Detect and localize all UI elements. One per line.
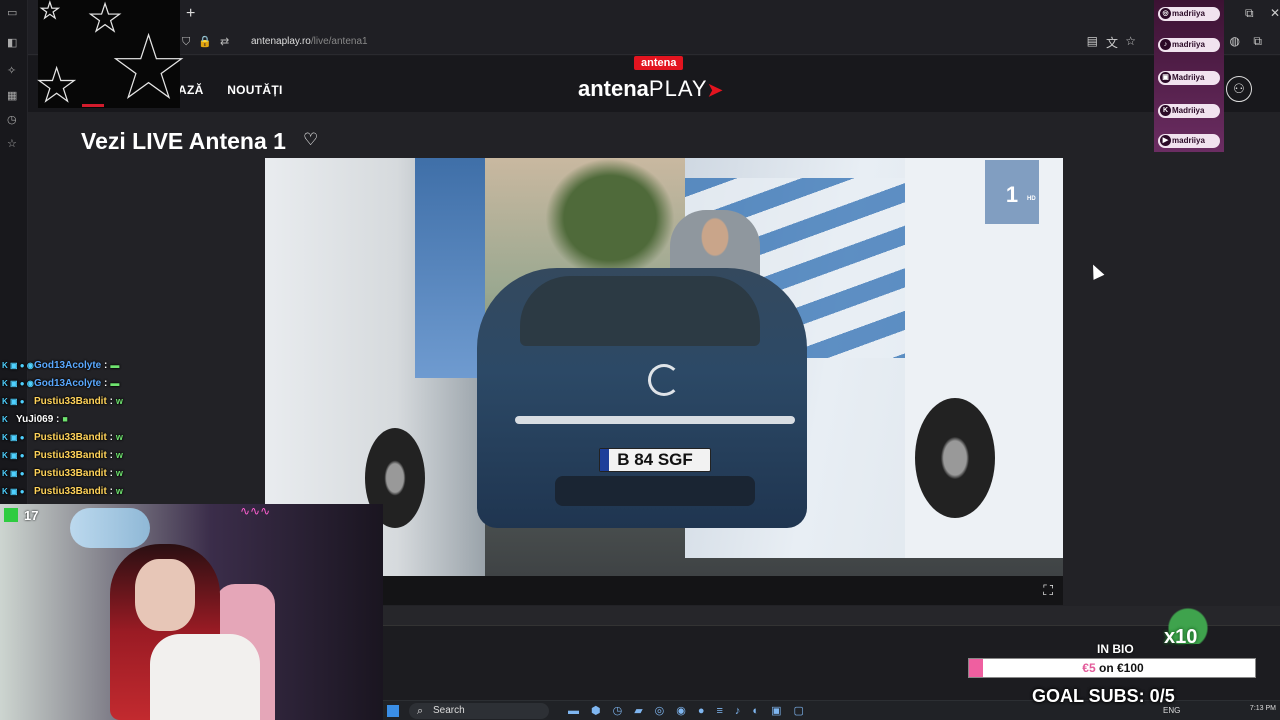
play-arrow-icon: ➤ bbox=[707, 80, 723, 100]
video-car-window bbox=[520, 276, 760, 346]
chat-badges-icon: K ▣ ● bbox=[2, 451, 25, 460]
goal-progress-text: €5 on €100 bbox=[1082, 661, 1144, 675]
site-header: AZĂ NOUTĂȚI antena antenaPLAY➤ ⚇ bbox=[28, 56, 1280, 112]
channel-logo: 1 HD bbox=[985, 160, 1039, 224]
webcam-face bbox=[135, 559, 195, 631]
collections-icon[interactable]: ▦ bbox=[7, 89, 17, 102]
kick-icon: K bbox=[1160, 105, 1171, 116]
taskbar-apps[interactable]: ▬⬢◷▰◎◉●≡♪◐▣▢ bbox=[568, 704, 816, 717]
goal-subs-label: GOAL SUBS: 0/5 bbox=[1032, 686, 1175, 706]
chat-message: K ▣ ● Pustiu33Bandit :w bbox=[2, 465, 123, 481]
webcam-shirt bbox=[150, 634, 260, 720]
chat-message: K ▣ ● Pustiu33Bandit :w bbox=[2, 393, 123, 409]
chat-badges-icon: K ▣ ● bbox=[2, 469, 25, 478]
in-bio-label: IN BIO bbox=[1097, 642, 1134, 656]
new-tab-button[interactable]: + bbox=[186, 5, 195, 23]
chat-badges-icon: K ▣ ● bbox=[2, 397, 25, 406]
star-icon: ★ bbox=[35, 58, 78, 111]
license-plate: B 84 SGF bbox=[599, 448, 711, 472]
youtube-icon: ▶ bbox=[1160, 135, 1171, 146]
video-wheel-right bbox=[915, 398, 995, 518]
instagram-icon: ◎ bbox=[1160, 8, 1171, 19]
history-icon[interactable]: ◷ bbox=[7, 113, 17, 126]
favorite-heart-icon[interactable]: ♡ bbox=[303, 130, 318, 150]
nav-item-news[interactable]: NOUTĂȚI bbox=[227, 83, 282, 97]
social-instagram: ◎ madriiya bbox=[1158, 7, 1220, 21]
multiplier-label: x10 bbox=[1164, 626, 1198, 648]
chat-message: K ▣ ● Pustiu33Bandit :w bbox=[2, 447, 123, 463]
tab-list-icon[interactable]: ▭ bbox=[7, 6, 17, 19]
main-nav: AZĂ NOUTĂȚI bbox=[178, 83, 303, 97]
tiktok-icon: ♪ bbox=[1160, 39, 1171, 50]
translate-icon[interactable]: 文 bbox=[1106, 34, 1118, 51]
stars-underline bbox=[82, 104, 104, 107]
reader-view-icon[interactable]: ▤ bbox=[1087, 34, 1098, 48]
webcam-feed: ∿∿∿ bbox=[0, 504, 383, 720]
kick-logo-icon bbox=[4, 508, 18, 522]
user-account-icon[interactable]: ⚇ bbox=[1226, 76, 1252, 102]
chat-badges-icon: K ▣ ● bbox=[2, 433, 25, 442]
page-title: Vezi LIVE Antena 1 bbox=[81, 128, 286, 154]
security-icons: ⛉🔒⇄ bbox=[182, 36, 238, 48]
sidebar-toggle-icon[interactable]: ◧ bbox=[7, 36, 17, 49]
browser-tabstrip: + ⧉ ✕ bbox=[0, 0, 1280, 28]
star-icon: ★ bbox=[39, 0, 60, 24]
restore-window-icon[interactable]: ⧉ bbox=[1245, 6, 1254, 21]
taskbar-search[interactable]: Search bbox=[409, 703, 549, 719]
shield-icon[interactable]: ◍ bbox=[1230, 34, 1240, 48]
goal-progress-bar: €5 on €100 bbox=[968, 658, 1256, 678]
social-tiktok: ♪ madriiya bbox=[1158, 38, 1220, 52]
sub-goal-widget: x10 IN BIO €5 on €100 GOAL SUBS: 0/5 bbox=[968, 604, 1258, 714]
ai-sparkle-icon[interactable]: ✧ bbox=[7, 64, 16, 77]
social-handles-panel: ◎ madriiya ♪ madriiya ▣ Madriiya K Madriiya … bbox=[1154, 0, 1224, 152]
star-icon: ★ bbox=[109, 19, 188, 116]
webcam-headphones bbox=[70, 508, 150, 548]
chat-overlay: K ▣ ● ◉God13Acolyte : ▬ K ▣ ● ◉God13Acoly… bbox=[0, 346, 160, 501]
url-text[interactable]: antenaplay.ro/live/antena1 bbox=[251, 36, 368, 47]
chat-badges-icon: K ▣ ● ◉ bbox=[2, 361, 34, 370]
chat-message: K ▣ ● Pustiu33Bandit :w bbox=[2, 483, 123, 499]
twitch-icon: ▣ bbox=[1160, 72, 1171, 83]
video-car-bumper bbox=[555, 476, 755, 506]
video-car-grille bbox=[515, 416, 795, 424]
extensions-icon[interactable]: ⧉ bbox=[1253, 34, 1262, 49]
chat-badges-icon: K ▣ ● ◉ bbox=[2, 379, 34, 388]
chat-message: K ▣ ● ◉God13Acolyte : ▬ bbox=[2, 357, 119, 373]
chat-message: K ▣ ● Pustiu33Bandit :w bbox=[2, 429, 123, 445]
neon-sign-icon: ∿∿∿ bbox=[240, 504, 271, 518]
video-tree bbox=[545, 158, 675, 278]
stars-overlay: ★ ★ ★ ★ bbox=[35, 0, 188, 117]
bookmark-star-icon[interactable]: ☆ bbox=[1125, 34, 1136, 48]
favorites-icon[interactable]: ☆ bbox=[7, 137, 17, 150]
social-youtube: ▶ madriiya bbox=[1158, 134, 1220, 148]
chat-message: K YuJi069 : ■ bbox=[2, 411, 68, 427]
video-player[interactable]: B 84 SGF 1 HD bbox=[265, 158, 1063, 605]
social-twitch: ▣ Madriiya bbox=[1158, 71, 1220, 85]
chat-badges-icon: K bbox=[2, 415, 8, 424]
windows-start-icon[interactable] bbox=[387, 705, 399, 717]
close-window-icon[interactable]: ✕ bbox=[1270, 6, 1280, 20]
social-kick: K Madriiya bbox=[1158, 104, 1220, 118]
loading-spinner-icon bbox=[648, 364, 680, 396]
chat-badges-icon: K ▣ ● bbox=[2, 487, 25, 496]
address-bar[interactable]: ⛉🔒⇄ antenaplay.ro/live/antena1 ▤ 文 ☆ ◍ ⧉ bbox=[0, 28, 1280, 55]
viewer-count: 17 bbox=[4, 508, 38, 523]
fullscreen-icon[interactable]: ⛶ bbox=[1043, 582, 1053, 599]
video-controls-bar: ⛶ bbox=[265, 576, 1063, 605]
antena-brand-pill: antena bbox=[634, 56, 684, 70]
chat-message: K ▣ ● ◉God13Acolyte : ▬ bbox=[2, 375, 119, 391]
antenaplay-logo[interactable]: antenaPLAY➤ bbox=[578, 76, 723, 102]
video-truck-left-panel bbox=[415, 158, 485, 378]
